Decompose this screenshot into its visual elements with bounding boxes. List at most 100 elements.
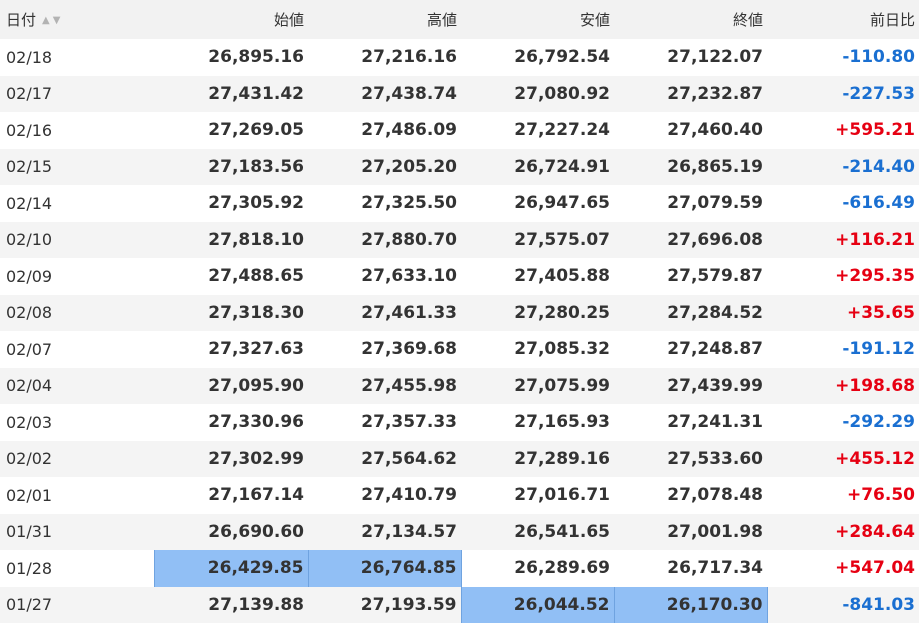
high-price-cell: 27,193.59 <box>308 586 461 623</box>
header-row: 日付 ▲▼ 始値 高値 安値 終値 前日比 <box>0 0 919 39</box>
close-price-cell: 26,170.30 <box>613 586 768 623</box>
date-cell: 02/16 <box>0 112 154 149</box>
low-price-cell: 26,289.69 <box>461 550 614 587</box>
change-cell: -841.03 <box>767 586 919 623</box>
high-price-cell: 27,633.10 <box>308 258 461 295</box>
close-price-cell: 27,284.52 <box>614 294 767 331</box>
open-price-cell: 27,818.10 <box>154 221 308 258</box>
open-price-cell: 27,318.30 <box>154 294 308 331</box>
open-column-header[interactable]: 始値 <box>154 0 308 39</box>
close-column-header[interactable]: 終値 <box>614 0 767 39</box>
price-history-table: 日付 ▲▼ 始値 高値 安値 終値 前日比 02/18 26,895.16 27,21… <box>0 0 919 623</box>
high-price-cell: 27,455.98 <box>308 367 461 404</box>
open-price-cell: 26,429.85 <box>153 550 309 587</box>
low-price-cell: 27,227.24 <box>461 112 614 149</box>
high-price-cell: 26,764.85 <box>307 550 462 587</box>
open-price-cell: 26,895.16 <box>154 39 308 76</box>
close-price-cell: 27,248.87 <box>614 331 767 368</box>
open-price-cell: 27,095.90 <box>154 367 308 404</box>
table-row: 02/03 27,330.96 27,357.33 27,165.93 27,241.3… <box>0 404 919 441</box>
open-price-cell: 27,488.65 <box>154 258 308 295</box>
table-row: 02/14 27,305.92 27,325.50 26,947.65 27,079.5… <box>0 185 919 222</box>
date-column-header[interactable]: 日付 ▲▼ <box>0 0 154 39</box>
low-column-header[interactable]: 安値 <box>461 0 614 39</box>
high-price-cell: 27,461.33 <box>308 294 461 331</box>
date-cell: 01/27 <box>0 586 154 623</box>
high-price-cell: 27,486.09 <box>308 112 461 149</box>
close-price-cell: 27,078.48 <box>614 477 767 514</box>
low-price-cell: 27,575.07 <box>461 221 614 258</box>
close-price-cell: 27,001.98 <box>614 513 767 550</box>
high-column-header[interactable]: 高値 <box>308 0 461 39</box>
low-price-cell: 27,075.99 <box>461 367 614 404</box>
close-price-cell: 27,696.08 <box>614 221 767 258</box>
close-price-cell: 27,079.59 <box>614 185 767 222</box>
open-price-cell: 27,183.56 <box>154 148 308 185</box>
table-header: 日付 ▲▼ 始値 高値 安値 終値 前日比 <box>0 0 919 39</box>
low-price-cell: 27,405.88 <box>461 258 614 295</box>
change-cell: +547.04 <box>767 550 919 587</box>
high-price-cell: 27,134.57 <box>308 513 461 550</box>
table-row: 01/28 26,429.85 26,764.85 26,289.69 26,717.3… <box>0 550 919 587</box>
open-price-cell: 27,305.92 <box>154 185 308 222</box>
change-cell: -227.53 <box>767 75 919 112</box>
date-cell: 01/31 <box>0 513 154 550</box>
close-price-cell: 27,460.40 <box>614 112 767 149</box>
close-price-cell: 26,865.19 <box>614 148 767 185</box>
close-price-cell: 27,122.07 <box>614 39 767 76</box>
low-price-cell: 27,289.16 <box>461 440 614 477</box>
change-cell: +284.64 <box>767 513 919 550</box>
high-price-cell: 27,880.70 <box>308 221 461 258</box>
table-row: 02/09 27,488.65 27,633.10 27,405.88 27,579.8… <box>0 258 919 295</box>
change-cell: +35.65 <box>767 294 919 331</box>
change-cell: -214.40 <box>767 148 919 185</box>
sort-descending-icon[interactable]: ▼ <box>53 15 64 26</box>
change-cell: -110.80 <box>767 39 919 76</box>
low-price-cell: 27,016.71 <box>461 477 614 514</box>
low-price-cell: 27,165.93 <box>461 404 614 441</box>
open-price-cell: 27,167.14 <box>154 477 308 514</box>
date-cell: 02/07 <box>0 331 154 368</box>
open-price-cell: 27,330.96 <box>154 404 308 441</box>
open-price-cell: 27,327.63 <box>154 331 308 368</box>
high-price-cell: 27,357.33 <box>308 404 461 441</box>
high-price-cell: 27,438.74 <box>308 75 461 112</box>
table-row: 02/18 26,895.16 27,216.16 26,792.54 27,122.0… <box>0 39 919 76</box>
close-price-cell: 27,232.87 <box>614 75 767 112</box>
table-row: 02/02 27,302.99 27,564.62 27,289.16 27,533.6… <box>0 440 919 477</box>
low-price-cell: 26,947.65 <box>461 185 614 222</box>
table-row: 02/01 27,167.14 27,410.79 27,016.71 27,078.4… <box>0 477 919 514</box>
low-price-cell: 26,044.52 <box>460 586 615 623</box>
date-cell: 02/02 <box>0 440 154 477</box>
open-price-cell: 27,302.99 <box>154 440 308 477</box>
table-row: 02/08 27,318.30 27,461.33 27,280.25 27,284.5… <box>0 294 919 331</box>
date-cell: 02/14 <box>0 185 154 222</box>
change-cell: +595.21 <box>767 112 919 149</box>
change-cell: +116.21 <box>767 221 919 258</box>
table-row: 02/10 27,818.10 27,880.70 27,575.07 27,696.0… <box>0 221 919 258</box>
change-cell: +455.12 <box>767 440 919 477</box>
low-price-cell: 26,792.54 <box>461 39 614 76</box>
table-row: 02/07 27,327.63 27,369.68 27,085.32 27,248.8… <box>0 331 919 368</box>
close-price-cell: 27,533.60 <box>614 440 767 477</box>
sort-ascending-icon[interactable]: ▲ <box>42 15 53 26</box>
date-cell: 02/18 <box>0 39 154 76</box>
high-price-cell: 27,410.79 <box>308 477 461 514</box>
table-row: 02/15 27,183.56 27,205.20 26,724.91 26,865.1… <box>0 148 919 185</box>
date-cell: 02/10 <box>0 221 154 258</box>
open-price-cell: 27,269.05 <box>154 112 308 149</box>
low-price-cell: 27,280.25 <box>461 294 614 331</box>
close-price-cell: 27,439.99 <box>614 367 767 404</box>
date-cell: 02/15 <box>0 148 154 185</box>
high-price-cell: 27,564.62 <box>308 440 461 477</box>
change-column-header[interactable]: 前日比 <box>767 0 919 39</box>
sort-arrows[interactable]: ▲▼ <box>42 15 63 26</box>
high-price-cell: 27,325.50 <box>308 185 461 222</box>
table-row: 02/17 27,431.42 27,438.74 27,080.92 27,232.8… <box>0 75 919 112</box>
date-cell: 02/09 <box>0 258 154 295</box>
change-cell: -191.12 <box>767 331 919 368</box>
close-price-cell: 26,717.34 <box>614 550 767 587</box>
table-row: 01/31 26,690.60 27,134.57 26,541.65 27,001.9… <box>0 513 919 550</box>
open-price-cell: 27,139.88 <box>154 586 308 623</box>
date-cell: 01/28 <box>0 550 154 587</box>
